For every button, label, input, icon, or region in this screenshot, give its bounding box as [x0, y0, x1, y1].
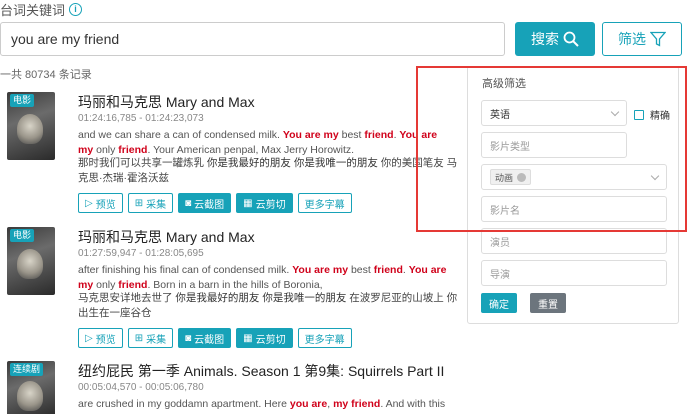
film-type-placeholder: 影片类型	[490, 141, 530, 153]
keyword-highlight: my friend	[333, 398, 381, 410]
record-count: 一共 80734 条记录	[0, 69, 92, 81]
chinese-subtitle: 那时我们可以共享一罐炼乳 你是我最好的朋友 你是我唯一的朋友 你的美国笔友 马克…	[78, 156, 460, 186]
keyword-highlight: friend	[373, 264, 403, 276]
actor-input[interactable]: 演员	[481, 228, 667, 254]
screenshot-button[interactable]: ◙ 云截图	[178, 193, 232, 213]
result-actions: ▷ 预览 ⊞ 采集 ◙ 云截图 ▦ 云剪切 更多字幕	[78, 193, 352, 213]
film-icon: ▦	[243, 332, 253, 344]
result-timestamp: 01:24:16,785 - 01:24:23,073	[78, 113, 204, 124]
info-icon[interactable]: i	[69, 3, 83, 16]
subtitle-text: 马克思安详地去世了	[78, 292, 176, 304]
genre-tag[interactable]: 动画	[490, 169, 532, 185]
keyword-highlight: 你是我最好的朋友 你是我唯一的朋友	[175, 292, 347, 304]
director-input[interactable]: 导演	[481, 260, 667, 286]
genre-tag-label: 动画	[495, 172, 514, 183]
result-item: 电影 玛丽和马克思 Mary and Max 01:24:16,785 - 01…	[0, 92, 460, 217]
camera-icon: ◙	[185, 332, 192, 344]
result-title[interactable]: 玛丽和马克思 Mary and Max	[78, 92, 255, 112]
collect-button[interactable]: ⊞ 采集	[127, 193, 174, 213]
subtitle-text: . Your American penpal, Max Jerry Horowi…	[147, 144, 355, 156]
keyword-highlight: friend	[118, 279, 148, 291]
play-icon: ▷	[85, 197, 93, 209]
type-badge: 电影	[10, 94, 35, 107]
keyword-highlight: friend	[364, 129, 394, 141]
type-badge: 电影	[10, 229, 35, 242]
keyword-highlight: You are my	[292, 264, 349, 276]
english-subtitle: are crushed in my goddamn apartment. Her…	[78, 397, 453, 414]
screenshot-button[interactable]: ◙ 云截图	[178, 328, 232, 348]
advanced-filter-panel: 高级筛选 英语 精确 影片类型 动画 影片名 演员 导演 确定 重置	[467, 66, 679, 324]
keyword-label-text: 台词关键词	[0, 3, 66, 18]
exact-match-option[interactable]: 精确	[634, 107, 670, 122]
subtitle-text: best	[348, 264, 374, 276]
director-placeholder: 导演	[490, 269, 510, 281]
keyword-highlight: 你是我最好的朋友 你是我唯一的朋友	[206, 157, 378, 169]
poster-thumbnail[interactable]: 连续剧	[7, 361, 55, 414]
poster-thumbnail[interactable]: 电影	[7, 92, 55, 160]
genre-multiselect[interactable]: 动画	[481, 164, 667, 190]
more-subtitles-button[interactable]: 更多字幕	[297, 193, 352, 213]
poster-thumbnail[interactable]: 电影	[7, 227, 55, 295]
actor-placeholder: 演员	[490, 237, 510, 249]
filter-panel-title: 高级筛选	[482, 78, 526, 90]
confirm-button[interactable]: 确定	[481, 293, 517, 313]
subtitle-text: and we can share a can of condensed milk…	[78, 129, 283, 141]
result-actions: ▷ 预览 ⊞ 采集 ◙ 云截图 ▦ 云剪切 更多字幕	[78, 328, 352, 348]
subtitle-text: . Born in a barn in the hills of Boronia…	[147, 279, 323, 291]
result-title[interactable]: 玛丽和马克思 Mary and Max	[78, 227, 255, 247]
search-button[interactable]: 搜索	[515, 22, 595, 56]
chevron-down-icon	[650, 171, 660, 180]
chevron-down-icon	[610, 107, 620, 116]
subtitle-text: 那时我们可以共享一罐炼乳	[78, 157, 207, 169]
exact-match-label: 精确	[650, 111, 670, 122]
result-title[interactable]: 纽约屁民 第一季 Animals. Season 1 第9集: Squirrel…	[78, 361, 444, 381]
film-name-placeholder: 影片名	[490, 205, 520, 217]
search-icon	[563, 31, 579, 47]
bookmark-add-icon: ⊞	[134, 332, 144, 344]
subtitle-text: are crushed in my goddamn apartment. Her…	[78, 398, 290, 410]
reset-button[interactable]: 重置	[530, 293, 566, 313]
result-item: 电影 玛丽和马克思 Mary and Max 01:27:59,947 - 01…	[0, 227, 460, 352]
film-name-input[interactable]: 影片名	[481, 196, 667, 222]
result-item: 连续剧 纽约屁民 第一季 Animals. Season 1 第9集: Squi…	[0, 361, 460, 414]
result-timestamp: 01:27:59,947 - 01:28:05,695	[78, 248, 204, 259]
film-type-select[interactable]: 影片类型	[481, 132, 627, 158]
more-subtitles-button[interactable]: 更多字幕	[297, 328, 352, 348]
chinese-subtitle: 马克思安详地去世了 你是我最好的朋友 你是我唯一的朋友 在波罗尼亚的山坡上 你出…	[78, 291, 460, 321]
collect-button[interactable]: ⊞ 采集	[127, 328, 174, 348]
subtitle-text: after finishing his final can of condens…	[78, 264, 293, 276]
preview-button[interactable]: ▷ 预览	[78, 193, 123, 213]
result-timestamp: 00:05:04,570 - 00:05:06,780	[78, 382, 204, 393]
play-icon: ▷	[85, 332, 93, 344]
subtitle-text: best	[338, 129, 365, 141]
clip-button[interactable]: ▦ 云剪切	[236, 193, 293, 213]
filter-button-label: 筛选	[618, 31, 646, 47]
keyword-label: 台词关键词 i	[0, 0, 83, 19]
keyword-highlight: you are	[289, 398, 328, 410]
remove-tag-icon[interactable]	[517, 172, 527, 182]
language-select-value: 英语	[490, 109, 510, 121]
language-select[interactable]: 英语	[481, 100, 627, 126]
search-button-label: 搜索	[531, 31, 559, 47]
filter-button[interactable]: 筛选	[602, 22, 682, 56]
keyword-highlight: friend	[118, 144, 148, 156]
search-input[interactable]	[0, 22, 505, 56]
keyword-highlight: You are my	[282, 129, 339, 141]
preview-button[interactable]: ▷ 预览	[78, 328, 123, 348]
english-subtitle: and we can share a can of condensed milk…	[78, 128, 453, 158]
subtitle-text: only	[93, 279, 119, 291]
subtitle-text: only	[93, 144, 119, 156]
bookmark-add-icon: ⊞	[134, 197, 144, 209]
english-subtitle: after finishing his final can of condens…	[78, 263, 453, 293]
exact-match-checkbox[interactable]	[634, 109, 644, 120]
funnel-icon	[650, 31, 666, 47]
camera-icon: ◙	[185, 197, 192, 209]
clip-button[interactable]: ▦ 云剪切	[236, 328, 293, 348]
type-badge: 连续剧	[10, 363, 44, 376]
film-icon: ▦	[243, 197, 253, 209]
